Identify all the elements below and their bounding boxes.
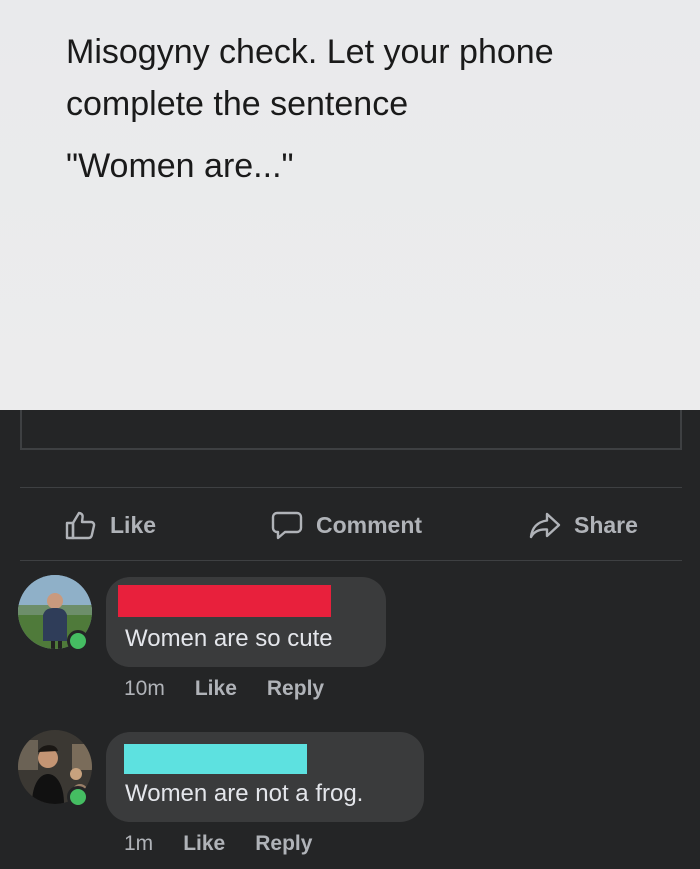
like-button[interactable]: Like [64,505,156,545]
tweet-text: Misogyny check. Let your phone complete … [66,26,666,192]
comment-reply-link[interactable]: Reply [267,677,324,701]
online-status-dot [67,630,89,652]
comment-text: Women are so cute [125,625,333,652]
comment-text: Women are not a frog. [125,780,364,807]
comment-meta: 10m Like Reply [124,677,324,701]
share-icon [529,512,561,539]
like-label: Like [110,511,157,538]
comment-label: Comment [316,511,423,538]
embed-frame [20,410,682,450]
share-button[interactable]: Share [528,505,638,545]
comment-icon [271,511,303,540]
comment-meta: 1m Like Reply [124,832,312,856]
embedded-tweet-card[interactable]: Misogyny check. Let your phone complete … [0,0,700,410]
comment-button[interactable]: Comment [270,505,422,545]
redacted-name [118,585,331,617]
tweet-line-2: complete the sentence [66,85,409,123]
comment-time: 10m [124,677,165,700]
thumbs-up-icon [65,511,96,540]
redacted-name [124,744,307,774]
divider [20,560,682,561]
divider [20,487,682,488]
comment-like-link[interactable]: Like [195,677,237,701]
comment-reply-link[interactable]: Reply [255,832,312,856]
comment-bubble[interactable]: Women are so cute [106,577,386,667]
comment-like-link[interactable]: Like [183,832,225,856]
comment-bubble[interactable]: Women are not a frog. [106,732,424,822]
tweet-line-1: Misogyny check. Let your phone [66,33,554,71]
share-label: Share [574,511,638,538]
comment-time: 1m [124,832,154,855]
tweet-line-3: "Women are..." [66,147,294,185]
online-status-dot [67,786,89,808]
